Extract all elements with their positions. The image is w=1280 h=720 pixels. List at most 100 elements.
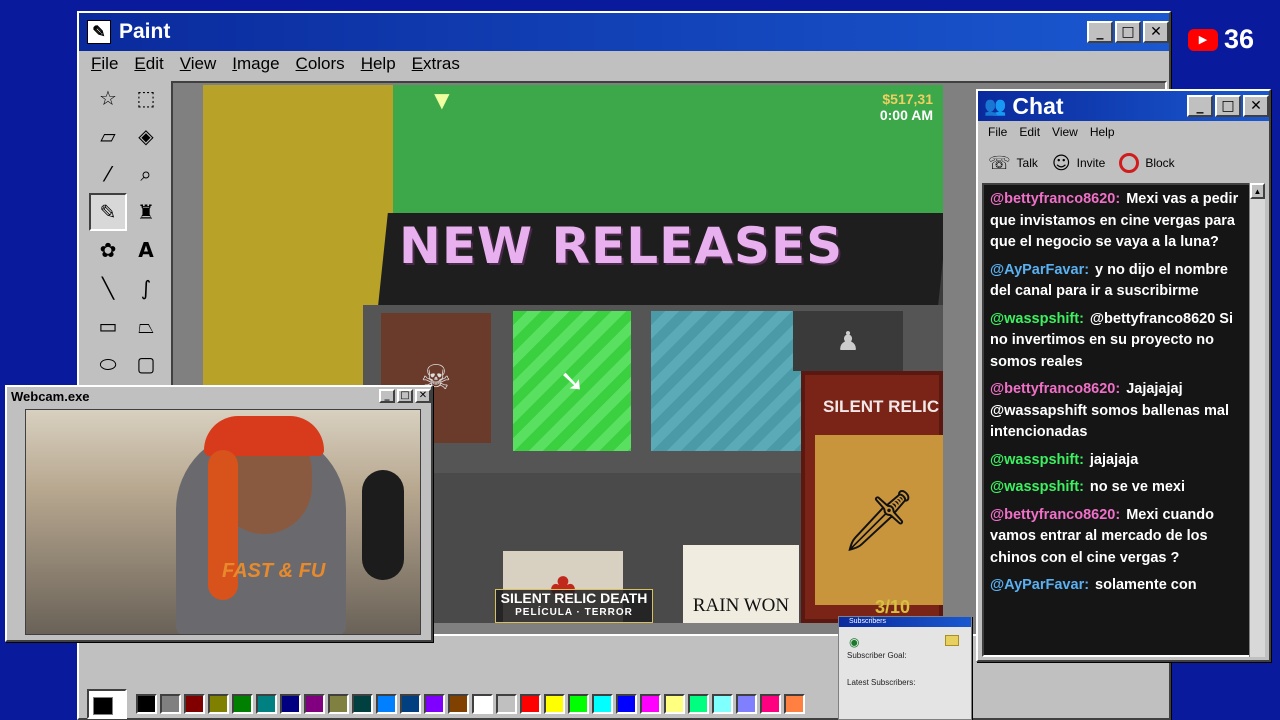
close-button[interactable]: ✕ [1143,21,1169,43]
chat-minimize-button[interactable]: _ [1187,95,1213,117]
color-swatch[interactable] [400,694,421,714]
text-icon[interactable]: A [127,231,165,269]
color-swatch[interactable] [664,694,685,714]
color-picker-icon[interactable]: ⁄ [89,155,127,193]
curve-icon[interactable]: ∫ [127,269,165,307]
subscribers-title: Subscribers [839,617,971,627]
color-swatch[interactable] [736,694,757,714]
color-swatch[interactable] [448,694,469,714]
chat-username[interactable]: @bettyfranco8620: [990,381,1120,397]
chat-username[interactable]: @AyParFavar: [990,262,1089,278]
chat-message: @wasspshift: no se ve mexi [990,477,1250,499]
pencil-icon[interactable]: ✎ [89,193,127,231]
color-swatch[interactable] [544,694,565,714]
color-swatch[interactable] [304,694,325,714]
color-swatch[interactable] [640,694,661,714]
airbrush-icon[interactable]: ✿ [89,231,127,269]
chat-username[interactable]: @wasspshift: [990,479,1084,495]
color-swatch[interactable] [424,694,445,714]
color-swatch[interactable] [496,694,517,714]
chat-message: @wasspshift: @bettyfranco8620 Si no inver… [990,309,1250,374]
invite-button[interactable]: ☺ Invite [1052,153,1105,174]
rectangle-icon[interactable]: ▭ [89,307,127,345]
rect-select-icon[interactable]: ⬚ [127,79,165,117]
chat-username[interactable]: @wasspshift: [990,311,1084,327]
webcam-maximize-button[interactable]: □ [397,389,413,403]
chat-scrollbar[interactable]: ▲ [1249,183,1265,657]
chat-menu-edit[interactable]: Edit [1013,125,1046,139]
chat-menu-view[interactable]: View [1046,125,1084,139]
chat-toolbar: ☏ Talk ☺ Invite Block [978,143,1269,183]
color-swatch[interactable] [712,694,733,714]
game-caption: SILENT RELIC DEATH PELÍCULA · TERROR [495,589,653,623]
chat-menubar: File Edit View Help [978,121,1269,143]
chat-window: 👥 Chat _ □ ✕ File Edit View Help ☏ Talk ☺… [976,89,1271,662]
menu-extras[interactable]: Extras [404,54,468,74]
fill-icon[interactable]: ◈ [127,117,165,155]
free-select-icon[interactable]: ☆ [89,79,127,117]
color-swatch[interactable] [328,694,349,714]
minimize-button[interactable]: _ [1087,21,1113,43]
rounded-rect-icon[interactable]: ▢ [127,345,165,383]
menu-view[interactable]: View [172,54,225,74]
color-swatch[interactable] [616,694,637,714]
chat-menu-file[interactable]: File [982,125,1013,139]
menu-image[interactable]: Image [224,54,287,74]
game-relic-title: SILENT RELIC [823,397,940,416]
color-swatch[interactable] [232,694,253,714]
maximize-button[interactable]: □ [1115,21,1141,43]
talk-button[interactable]: ☏ Talk [988,153,1038,174]
chat-username[interactable]: @bettyfranco8620: [990,507,1120,523]
chat-username[interactable]: @bettyfranco8620: [990,191,1120,207]
block-button[interactable]: Block [1119,153,1175,173]
game-poster-blue [651,311,801,451]
chat-close-button[interactable]: ✕ [1243,95,1269,117]
menu-colors[interactable]: Colors [288,54,353,74]
polygon-icon[interactable]: ⏢ [127,307,165,345]
color-swatch[interactable] [280,694,301,714]
color-swatch[interactable] [136,694,157,714]
webcam-titlebar[interactable]: Webcam.exe _ □ ✕ [7,387,431,405]
color-swatch[interactable] [376,694,397,714]
talk-label: Talk [1016,156,1038,170]
magnifier-icon[interactable]: ⌕ [127,155,165,193]
chat-titlebar[interactable]: 👥 Chat _ □ ✕ [978,91,1269,121]
color-swatch[interactable] [568,694,589,714]
chat-menu-help[interactable]: Help [1084,125,1121,139]
scroll-up-icon[interactable]: ▲ [1250,183,1265,199]
menu-help[interactable]: Help [353,54,404,74]
toolbox: ☆ ⬚ ▱ ◈ ⁄ ⌕ ✎ ♜ ✿ A ╲ ∫ ▭ ⏢ ⬭ ▢ [89,79,165,389]
color-swatch[interactable] [688,694,709,714]
color-swatch[interactable] [760,694,781,714]
chat-title: Chat [1012,92,1064,119]
ellipse-icon[interactable]: ⬭ [89,345,127,383]
color-swatch[interactable] [184,694,205,714]
game-knife-icon: 🗡 [815,435,943,605]
line-icon[interactable]: ╲ [89,269,127,307]
color-swatch[interactable] [472,694,493,714]
invite-icon: ☺ [1051,152,1071,174]
color-swatch[interactable] [160,694,181,714]
paint-titlebar[interactable]: ✎ Paint _ □ ✕ [79,13,1169,51]
color-swatch[interactable] [784,694,805,714]
chat-username[interactable]: @wasspshift: [990,452,1084,468]
chat-username[interactable]: @AyParFavar: [990,577,1089,593]
color-swatch[interactable] [520,694,541,714]
eraser-icon[interactable]: ▱ [89,117,127,155]
color-swatch[interactable] [256,694,277,714]
webcam-minimize-button[interactable]: _ [379,389,395,403]
color-swatch[interactable] [592,694,613,714]
color-swatch[interactable] [208,694,229,714]
color-swatch[interactable] [352,694,373,714]
paint-title: Paint [119,20,171,43]
menu-edit[interactable]: Edit [126,54,171,74]
game-time: 0:00 AM [879,107,933,123]
game-poster-figure-icon: ♟ [793,311,903,371]
menu-file[interactable]: File [83,54,126,74]
brush-icon[interactable]: ♜ [127,193,165,231]
current-colors[interactable] [87,689,127,719]
chat-maximize-button[interactable]: □ [1215,95,1241,117]
cam-shirt-text: FAST & FU [222,560,326,582]
webcam-close-button[interactable]: ✕ [415,389,431,403]
color-palette [87,689,805,719]
